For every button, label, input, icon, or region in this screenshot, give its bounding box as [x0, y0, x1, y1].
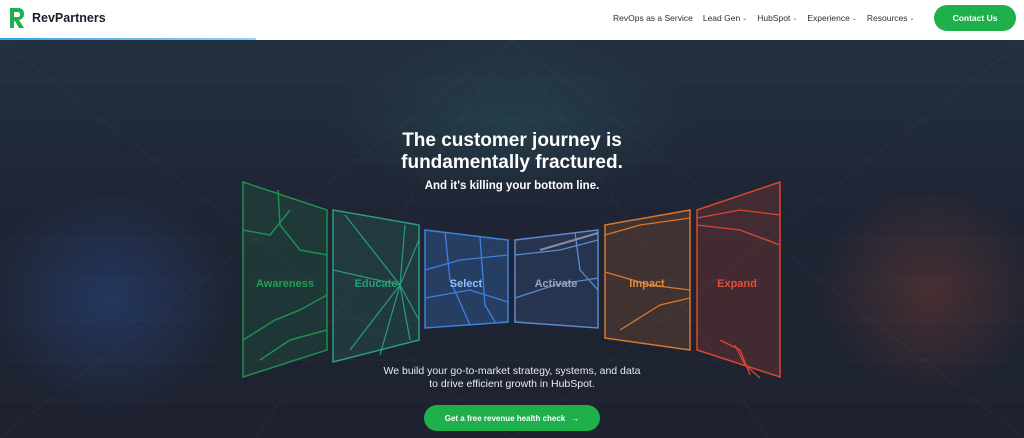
stage-activate: Activate [514, 229, 599, 329]
stage-awareness: Awareness [242, 180, 328, 379]
stage-label: Awareness [256, 278, 314, 290]
stage-impact: Impact [604, 209, 691, 351]
main-nav: RevOps as a Service Lead Gen ⌄ HubSpot ⌄ E… [613, 0, 925, 36]
nav-label: RevOps as a Service [613, 13, 693, 23]
stage-select: Select [424, 229, 509, 329]
stage-educate: Educate [332, 209, 420, 363]
stage-label: Educate [355, 278, 398, 290]
stage-label: Expand [717, 278, 757, 290]
brand-name: RevPartners [32, 11, 106, 25]
nav-item-experience[interactable]: Experience ⌄ [807, 13, 857, 23]
hero-section: The customer journey is fundamentally fr… [0, 40, 1024, 438]
logo-mark-icon [10, 8, 24, 28]
contact-us-button[interactable]: Contact Us [934, 5, 1016, 31]
nav-item-hubspot[interactable]: HubSpot ⌄ [757, 13, 797, 23]
arrow-right-icon: → [571, 413, 580, 423]
description-line: We build your go-to-market strategy, sys… [383, 365, 641, 377]
stage-label: Impact [629, 278, 665, 290]
nav-label: Resources [866, 13, 908, 23]
site-header: RevPartners RevOps as a Service Lead Gen… [0, 0, 1024, 38]
chevron-down-icon: ⌄ [851, 15, 857, 22]
nav-item-lead-gen[interactable]: Lead Gen ⌄ [703, 13, 747, 23]
chevron-down-icon: ⌄ [742, 15, 748, 22]
brand-logo[interactable]: RevPartners [8, 6, 106, 30]
stage-expand: Expand [696, 180, 781, 379]
nav-label: HubSpot [757, 13, 791, 23]
nav-label: Experience [807, 13, 850, 23]
stage-label: Activate [535, 278, 578, 290]
nav-label: Lead Gen [702, 13, 741, 23]
nav-item-resources[interactable]: Resources ⌄ [867, 13, 915, 23]
cta-label: Get a free revenue health check [444, 413, 566, 423]
revenue-health-check-button[interactable]: Get a free revenue health check → [424, 405, 600, 431]
nav-item-revops[interactable]: RevOps as a Service [613, 13, 693, 23]
description-line: to drive efficient growth in HubSpot. [429, 378, 595, 390]
chevron-down-icon: ⌄ [792, 15, 798, 22]
hero-description: We build your go-to-market strategy, sys… [352, 365, 672, 391]
chevron-down-icon: ⌄ [909, 15, 915, 22]
stage-label: Select [450, 278, 483, 290]
